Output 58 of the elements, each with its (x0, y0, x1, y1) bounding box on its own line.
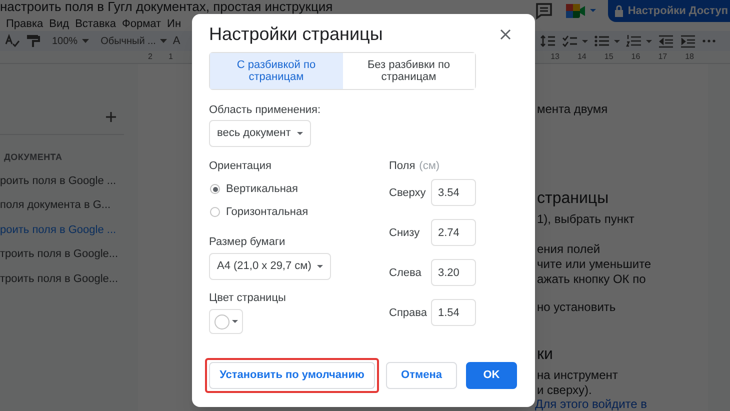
dialog-title: Настройки страницы (209, 24, 383, 44)
dialog-button[interactable]: Отмена (386, 362, 457, 389)
ruler-number: 14 (577, 51, 586, 63)
ruler-number: 13 (550, 51, 560, 63)
body-text: ажать кнопку ОК по (537, 272, 647, 286)
margin-input[interactable]: 2.74 (431, 219, 476, 246)
document-title: настроить поля в Гугл документах, простая инструкция (0, 0, 333, 14)
margin-input[interactable]: 3.54 (431, 179, 476, 206)
margin-input[interactable]: 1.54 (431, 299, 476, 326)
font-dropdown[interactable]: А (172, 32, 180, 50)
body-text: на инструмент (537, 368, 619, 382)
field-label: Поля (389, 159, 416, 173)
outline-item[interactable]: поля документа в G... (0, 197, 138, 214)
ruler-number: 15 (604, 51, 614, 63)
dialog-button[interactable]: OK (466, 362, 517, 389)
field-label: Область применения: (209, 103, 322, 117)
ruler-number: 18 (685, 51, 694, 63)
style-dropdown[interactable]: Обычный ... (100, 34, 167, 48)
ruler-number: 17 (658, 51, 668, 63)
menu-item[interactable]: Формат (122, 17, 162, 31)
menu-item[interactable]: Ин (167, 17, 182, 31)
paper-size-dropdown[interactable]: A4 (21,0 x 29,7 см) (209, 253, 332, 280)
field-label: Слева (389, 266, 422, 280)
field-label: Справа (389, 306, 428, 320)
unit-label: (см) (419, 159, 440, 173)
body-text: мента двумя (537, 102, 609, 116)
body-text: 1), выбрать пункт (537, 212, 636, 226)
margin-input[interactable]: 3.20 (431, 259, 476, 286)
radio-label: Вертикальная (226, 182, 298, 196)
menu-item[interactable]: Правка (6, 17, 44, 31)
field-label: Цвет страницы (209, 291, 287, 305)
body-text: ения полей (537, 242, 602, 256)
menu-item[interactable]: Вставка (75, 17, 116, 31)
field-label: Снизу (389, 226, 421, 240)
layout-tab[interactable]: С разбивкой по страницам (210, 53, 342, 89)
ruler-number: 1 (168, 51, 173, 63)
outline-item[interactable]: роить поля в Google ... (0, 222, 138, 238)
field-label: Сверху (389, 186, 427, 200)
body-text: но установить (537, 300, 617, 314)
section-heading: страницы (537, 192, 610, 206)
radio-label: Горизонтальная (226, 205, 308, 219)
ruler-number: 2 (148, 51, 152, 63)
body-text: чите или уменьшите (537, 257, 652, 271)
section-heading: ки (537, 348, 554, 362)
link[interactable]: Для этого войдите в (535, 397, 708, 411)
menu-item[interactable]: Вид (49, 17, 70, 31)
field-label: Ориентация (209, 159, 272, 173)
outline-item[interactable]: троить поля в Google... (0, 270, 138, 287)
dialog-button[interactable]: Установить по умолчанию (209, 362, 375, 389)
scope-dropdown[interactable]: весь документ (209, 120, 311, 147)
zoom-dropdown[interactable]: 100% (52, 34, 89, 48)
field-label: Размер бумаги (209, 235, 286, 249)
outline-item[interactable]: троить поля в Google... (0, 246, 138, 262)
body-text: и сверху). (537, 383, 593, 397)
outline-item[interactable]: роить поля в Google ... (0, 172, 138, 189)
ruler-number: 16 (631, 51, 640, 63)
outline-heading: ДОКУМЕНТА (3, 151, 64, 164)
share-button[interactable]: Настройки Доступ (608, 0, 730, 22)
